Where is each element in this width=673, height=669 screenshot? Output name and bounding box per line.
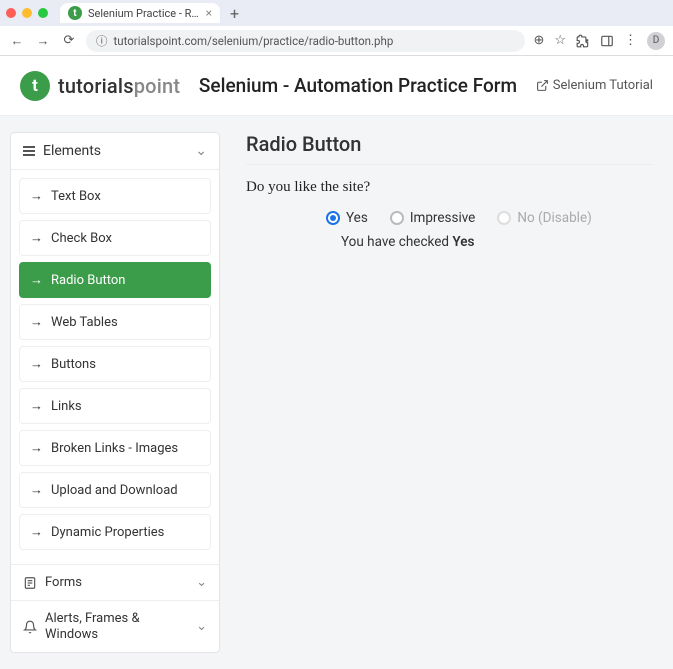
maximize-window-icon[interactable] — [38, 8, 48, 18]
brand-text: tutorialspoint — [58, 74, 180, 98]
sidebar-list: → Text Box → Check Box → Radio Button → Web … — [11, 170, 219, 564]
sidebar-elements-label: Elements — [43, 143, 101, 159]
sidebar-item-text-box[interactable]: → Text Box — [19, 178, 211, 214]
bookmark-icon[interactable]: ☆ — [554, 33, 566, 48]
radio-label: Impressive — [410, 210, 476, 226]
brand-logo-icon: t — [20, 71, 50, 101]
tab-title: Selenium Practice - Radio Bu — [88, 7, 200, 20]
sidebar-item-links[interactable]: → Links — [19, 388, 211, 424]
radio-icon — [390, 211, 404, 225]
reload-button[interactable]: ⟳ — [60, 33, 78, 48]
brand-light: point — [134, 74, 180, 98]
radio-icon — [326, 211, 340, 225]
sidebar-section-forms[interactable]: Forms ⌄ — [11, 564, 219, 600]
arrow-right-icon: → — [30, 356, 43, 372]
sidebar-section-elements[interactable]: Elements ⌄ — [11, 133, 219, 170]
sidebar-item-label: Links — [51, 399, 82, 414]
arrow-right-icon: → — [30, 230, 43, 246]
form-icon — [23, 576, 37, 590]
sidebar-alerts-label: Alerts, Frames & Windows — [45, 611, 165, 642]
sidebar-item-label: Buttons — [51, 357, 96, 372]
main: Radio Button Do you like the site? Yes I… — [236, 132, 663, 653]
tutorial-link[interactable]: Selenium Tutorial — [536, 78, 653, 93]
url-text: tutorialspoint.com/selenium/practice/rad… — [114, 34, 394, 48]
sidebar-item-check-box[interactable]: → Check Box — [19, 220, 211, 256]
result-prefix: You have checked — [341, 234, 452, 250]
new-tab-button[interactable]: + — [226, 4, 243, 23]
zoom-icon[interactable]: ⊕ — [533, 33, 544, 48]
radio-option-yes[interactable]: Yes — [326, 210, 368, 226]
external-link-icon — [536, 79, 549, 92]
window-controls — [6, 8, 48, 18]
bell-icon — [23, 620, 37, 634]
sidebar-item-label: Radio Button — [51, 273, 125, 288]
brand[interactable]: t tutorialspoint — [20, 71, 180, 101]
arrow-right-icon: → — [30, 188, 43, 204]
arrow-right-icon: → — [30, 440, 43, 456]
brand-strong: tutorials — [58, 74, 134, 98]
close-window-icon[interactable] — [6, 8, 16, 18]
chevron-down-icon: ⌄ — [195, 143, 207, 159]
sidebar-item-radio-button[interactable]: → Radio Button — [19, 262, 211, 298]
menu-icon — [23, 146, 35, 156]
tab-bar: t Selenium Practice - Radio Bu × + — [0, 0, 673, 26]
back-button[interactable]: ← — [8, 33, 26, 49]
main-heading: Radio Button — [246, 132, 653, 165]
sidebar-item-buttons[interactable]: → Buttons — [19, 346, 211, 382]
sidebar-item-upload-download[interactable]: → Upload and Download — [19, 472, 211, 508]
question-text: Do you like the site? — [246, 179, 653, 196]
sidebar-item-label: Text Box — [51, 189, 101, 204]
arrow-right-icon: → — [30, 314, 43, 330]
sidebar-item-label: Check Box — [51, 231, 112, 246]
favicon-icon: t — [68, 6, 82, 20]
result-value: Yes — [452, 234, 474, 250]
radio-group: Yes Impressive No (Disable) — [246, 210, 653, 226]
side-panel-icon[interactable] — [600, 34, 614, 48]
close-tab-icon[interactable]: × — [206, 6, 212, 20]
sidebar-item-broken-links[interactable]: → Broken Links - Images — [19, 430, 211, 466]
menu-icon[interactable]: ⋮ — [624, 33, 637, 48]
sidebar-forms-label: Forms — [45, 575, 82, 590]
page-header: t tutorialspoint Selenium - Automation P… — [0, 56, 673, 116]
chevron-down-icon: ⌄ — [196, 619, 207, 634]
browser-chrome: t Selenium Practice - Radio Bu × + ← → ⟳… — [0, 0, 673, 56]
extensions-icon[interactable] — [576, 34, 590, 48]
arrow-right-icon: → — [30, 524, 43, 540]
minimize-window-icon[interactable] — [22, 8, 32, 18]
sidebar-item-label: Broken Links - Images — [51, 441, 178, 456]
radio-label: Yes — [346, 210, 368, 226]
sidebar-section-alerts[interactable]: Alerts, Frames & Windows ⌄ — [11, 600, 219, 652]
sidebar-item-dynamic-properties[interactable]: → Dynamic Properties — [19, 514, 211, 550]
sidebar-item-label: Web Tables — [51, 315, 118, 330]
site-info-icon[interactable]: ⓘ — [96, 33, 108, 49]
toolbar-right: ⊕ ☆ ⋮ D — [533, 32, 665, 50]
sidebar-item-label: Upload and Download — [51, 483, 178, 498]
sidebar-item-web-tables[interactable]: → Web Tables — [19, 304, 211, 340]
forward-button[interactable]: → — [34, 33, 52, 49]
tutorial-link-label: Selenium Tutorial — [553, 78, 653, 93]
content: Elements ⌄ → Text Box → Check Box → Radio B… — [0, 116, 673, 669]
profile-avatar[interactable]: D — [647, 32, 665, 50]
radio-option-impressive[interactable]: Impressive — [390, 210, 476, 226]
radio-icon — [497, 211, 511, 225]
sidebar: Elements ⌄ → Text Box → Check Box → Radio B… — [10, 132, 220, 653]
url-input[interactable]: ⓘ tutorialspoint.com/selenium/practice/r… — [86, 30, 525, 52]
page-title: Selenium - Automation Practice Form — [199, 74, 517, 97]
arrow-right-icon: → — [30, 482, 43, 498]
address-bar: ← → ⟳ ⓘ tutorialspoint.com/selenium/prac… — [0, 26, 673, 56]
radio-label: No (Disable) — [517, 210, 591, 226]
result-text: You have checked Yes — [246, 234, 653, 250]
browser-tab[interactable]: t Selenium Practice - Radio Bu × — [60, 3, 220, 23]
arrow-right-icon: → — [30, 272, 43, 288]
radio-option-no: No (Disable) — [497, 210, 591, 226]
chevron-down-icon: ⌄ — [196, 575, 207, 590]
arrow-right-icon: → — [30, 398, 43, 414]
sidebar-item-label: Dynamic Properties — [51, 525, 164, 540]
